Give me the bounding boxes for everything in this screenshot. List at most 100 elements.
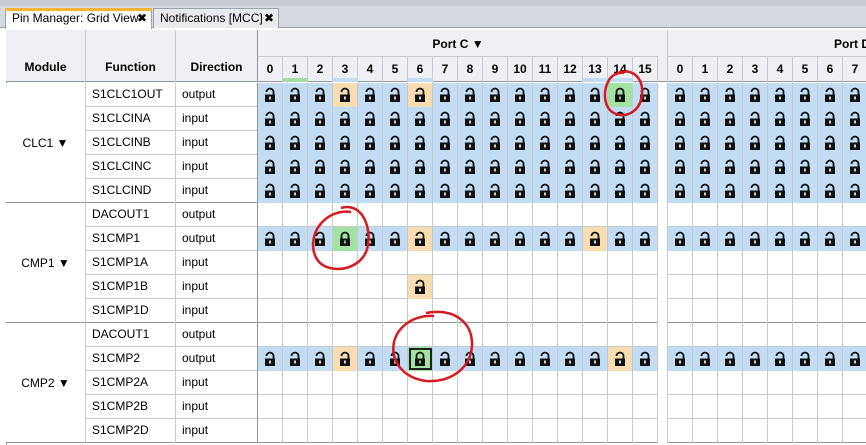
pin-cell[interactable] — [458, 251, 483, 275]
pin-cell[interactable] — [843, 155, 866, 179]
pin-cell[interactable] — [633, 179, 658, 203]
pin-cell[interactable] — [583, 107, 608, 131]
pin-cell[interactable] — [333, 275, 358, 299]
pin-cell[interactable] — [793, 155, 818, 179]
pin-cell[interactable] — [433, 107, 458, 131]
pin-cell[interactable] — [693, 131, 718, 155]
pin-cell[interactable] — [608, 419, 633, 443]
pin-cell[interactable] — [383, 395, 408, 419]
pin-cell[interactable] — [458, 371, 483, 395]
pin-cell[interactable] — [433, 179, 458, 203]
pin-cell[interactable] — [633, 155, 658, 179]
pin-cell[interactable] — [768, 131, 793, 155]
pin-cell[interactable] — [818, 299, 843, 323]
pin-cell[interactable] — [408, 395, 433, 419]
pin-cell[interactable] — [283, 107, 308, 131]
pin-cell[interactable] — [433, 275, 458, 299]
pin-cell[interactable] — [433, 395, 458, 419]
pin-cell[interactable] — [333, 131, 358, 155]
pin-cell[interactable] — [743, 419, 768, 443]
pin-cell[interactable] — [458, 107, 483, 131]
pin-cell[interactable] — [533, 371, 558, 395]
pin-cell[interactable] — [793, 251, 818, 275]
pin-cell[interactable] — [668, 347, 693, 371]
pin-cell[interactable] — [743, 203, 768, 227]
pin-cell[interactable] — [818, 395, 843, 419]
pin-cell[interactable] — [283, 395, 308, 419]
pin-cell[interactable] — [818, 419, 843, 443]
pin-cell[interactable] — [308, 419, 333, 443]
pin-cell[interactable] — [433, 227, 458, 251]
pin-cell[interactable] — [693, 251, 718, 275]
pin-cell[interactable] — [718, 299, 743, 323]
pin-cell[interactable] — [508, 395, 533, 419]
pin-cell[interactable] — [533, 131, 558, 155]
pin-cell[interactable] — [743, 275, 768, 299]
pin-cell[interactable] — [633, 83, 658, 107]
pin-cell[interactable] — [483, 251, 508, 275]
pin-cell[interactable] — [608, 299, 633, 323]
pin-cell[interactable] — [818, 203, 843, 227]
pin-cell[interactable] — [583, 419, 608, 443]
tab-pin-manager-grid-view[interactable]: Pin Manager: Grid View ✖ — [5, 8, 152, 29]
pin-cell[interactable] — [483, 179, 508, 203]
pin-cell[interactable] — [583, 131, 608, 155]
pin-cell[interactable] — [608, 347, 633, 371]
pin-cell[interactable] — [668, 131, 693, 155]
pin-cell[interactable] — [408, 83, 433, 107]
pin-cell[interactable] — [793, 419, 818, 443]
pin-cell[interactable] — [483, 371, 508, 395]
pin-cell[interactable] — [508, 323, 533, 347]
pin-cell[interactable] — [308, 155, 333, 179]
pin-cell[interactable] — [693, 83, 718, 107]
pin-cell[interactable] — [743, 323, 768, 347]
pin-cell[interactable] — [693, 371, 718, 395]
pin-cell[interactable] — [818, 83, 843, 107]
pin-cell[interactable] — [558, 275, 583, 299]
pin-cell[interactable] — [693, 107, 718, 131]
pin-cell[interactable] — [283, 203, 308, 227]
pin-cell[interactable] — [358, 251, 383, 275]
pin-cell[interactable] — [458, 179, 483, 203]
pin-cell[interactable] — [408, 203, 433, 227]
pin-cell[interactable] — [533, 275, 558, 299]
pin-cell[interactable] — [668, 227, 693, 251]
pin-cell[interactable] — [718, 131, 743, 155]
pin-cell[interactable] — [283, 275, 308, 299]
pin-cell[interactable] — [483, 275, 508, 299]
pin-cell[interactable] — [818, 155, 843, 179]
pin-cell[interactable] — [608, 227, 633, 251]
pin-cell[interactable] — [608, 323, 633, 347]
pin-cell[interactable] — [533, 203, 558, 227]
pin-cell[interactable] — [693, 299, 718, 323]
pin-cell[interactable] — [258, 347, 283, 371]
pin-cell[interactable] — [383, 83, 408, 107]
pin-cell[interactable] — [383, 371, 408, 395]
pin-cell[interactable] — [508, 347, 533, 371]
pin-cell[interactable] — [633, 347, 658, 371]
pin-cell[interactable] — [308, 131, 333, 155]
pin-cell[interactable] — [408, 419, 433, 443]
pin-cell[interactable] — [718, 83, 743, 107]
pin-cell[interactable] — [408, 299, 433, 323]
pin-cell[interactable] — [383, 251, 408, 275]
pin-cell[interactable] — [843, 275, 866, 299]
pin-cell[interactable] — [283, 251, 308, 275]
pin-cell[interactable] — [508, 179, 533, 203]
pin-cell[interactable] — [508, 299, 533, 323]
tab-notifications-mcc[interactable]: Notifications [MCC] ✖ — [153, 8, 279, 28]
pin-cell[interactable] — [818, 107, 843, 131]
pin-cell[interactable] — [408, 179, 433, 203]
pin-cell[interactable] — [668, 395, 693, 419]
pin-cell[interactable] — [768, 83, 793, 107]
pin-cell[interactable] — [843, 179, 866, 203]
pin-cell[interactable] — [793, 107, 818, 131]
pin-cell[interactable] — [408, 131, 433, 155]
pin-cell[interactable] — [768, 107, 793, 131]
pin-cell[interactable] — [433, 203, 458, 227]
pin-cell[interactable] — [308, 83, 333, 107]
pin-cell[interactable] — [743, 83, 768, 107]
pin-cell[interactable] — [633, 251, 658, 275]
pin-cell[interactable] — [483, 155, 508, 179]
pin-cell[interactable] — [533, 227, 558, 251]
